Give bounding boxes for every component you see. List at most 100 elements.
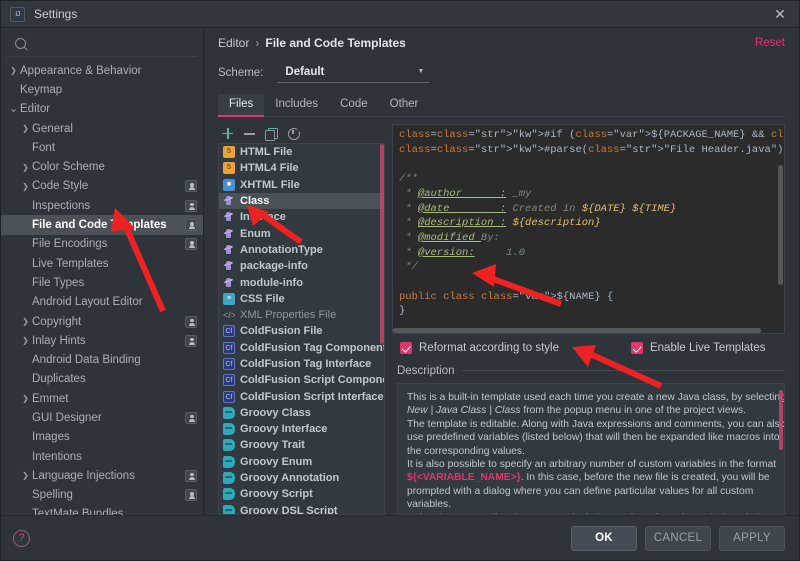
- xml-file-icon: </>: [223, 310, 235, 321]
- live-templates-checkbox[interactable]: Enable Live Templates: [630, 342, 766, 354]
- template-list-item[interactable]: ≡ CSS File: [219, 291, 384, 307]
- description-body: This is a built-in template used each ti…: [397, 383, 785, 515]
- template-list-item[interactable]: Groovy Trait: [219, 437, 384, 453]
- tab-other[interactable]: Other: [379, 94, 430, 117]
- chevron-right-icon[interactable]: ❯: [19, 182, 32, 191]
- plus-icon[interactable]: [221, 127, 234, 140]
- template-list-scrollbar[interactable]: [380, 144, 384, 514]
- ok-button[interactable]: OK: [571, 525, 637, 551]
- breadcrumb-separator: ›: [255, 36, 260, 50]
- chevron-right-icon[interactable]: ❯: [19, 163, 32, 172]
- template-list-item[interactable]: Cf ColdFusion Tag Component: [219, 340, 384, 356]
- scrollbar-thumb[interactable]: [380, 144, 384, 344]
- template-list-item[interactable]: Cf ColdFusion Script Component: [219, 372, 384, 388]
- checkmark-icon: [400, 342, 412, 354]
- chevron-right-icon[interactable]: ❯: [7, 66, 20, 75]
- sidebar-item-intentions[interactable]: Intentions: [1, 447, 203, 466]
- template-list-item[interactable]: AnnotationType: [219, 242, 384, 258]
- sidebar-item-language-injections[interactable]: ❯ Language Injections: [1, 466, 203, 485]
- template-list-item[interactable]: 5 HTML4 File: [219, 160, 384, 176]
- description-scrollbar[interactable]: [779, 390, 783, 450]
- sidebar-item-copyright[interactable]: ❯ Copyright: [1, 312, 203, 331]
- chevron-right-icon[interactable]: ❯: [19, 471, 32, 480]
- template-list-item[interactable]: Interface: [219, 209, 384, 225]
- sidebar-item-file-encodings[interactable]: File Encodings: [1, 235, 203, 254]
- code-vertical-scrollbar[interactable]: [778, 165, 783, 285]
- chevron-right-icon[interactable]: ❯: [19, 394, 32, 403]
- template-list-item[interactable]: Class: [219, 192, 384, 210]
- coldfusion-file-icon: Cf: [223, 341, 235, 354]
- sidebar-item-images[interactable]: Images: [1, 428, 203, 447]
- code-horizontal-scrollbar[interactable]: [393, 328, 761, 333]
- template-code-editor[interactable]: class=class="str">"kw">#if (class="var">…: [392, 124, 785, 334]
- template-list-item[interactable]: Enum: [219, 225, 384, 241]
- description-line: It is also possible to specify an arbitr…: [407, 459, 777, 471]
- sidebar-item-textmate-bundles[interactable]: TextMate Bundles: [1, 505, 203, 515]
- live-templates-checkbox-label: Enable Live Templates: [649, 342, 766, 354]
- sidebar-item-file-types[interactable]: File Types: [1, 273, 203, 292]
- tab-code[interactable]: Code: [329, 94, 379, 117]
- chevron-right-icon[interactable]: ❯: [19, 124, 32, 133]
- template-list-item[interactable]: 5 HTML File: [219, 144, 384, 160]
- sidebar-item-font[interactable]: Font: [1, 138, 203, 157]
- breadcrumb-root[interactable]: Editor: [218, 36, 249, 50]
- chevron-right-icon[interactable]: ❯: [19, 336, 32, 345]
- sidebar-item-label: Emmet: [32, 392, 69, 405]
- sidebar-item-color-scheme[interactable]: ❯ Color Scheme: [1, 157, 203, 176]
- sidebar-item-gui-designer[interactable]: GUI Designer: [1, 408, 203, 427]
- template-list-item[interactable]: Groovy Interface: [219, 421, 384, 437]
- coldfusion-file-icon: Cf: [223, 325, 235, 338]
- sidebar-item-emmet[interactable]: ❯ Emmet: [1, 389, 203, 408]
- template-name: ColdFusion Script Interface: [240, 390, 384, 403]
- sidebar-item-keymap[interactable]: Keymap: [1, 80, 203, 99]
- search-input[interactable]: [31, 37, 189, 50]
- sidebar-item-spelling[interactable]: Spelling: [1, 486, 203, 505]
- copy-icon[interactable]: [265, 127, 278, 141]
- template-list-item[interactable]: </> XML Properties File: [219, 307, 384, 323]
- chevron-down-icon[interactable]: ⌄: [7, 104, 20, 115]
- sidebar-item-inspections[interactable]: Inspections: [1, 196, 203, 215]
- template-list-item[interactable]: Cf ColdFusion File: [219, 323, 384, 339]
- template-name: ColdFusion Tag Component: [240, 341, 385, 354]
- template-list-item[interactable]: Groovy Annotation: [219, 470, 384, 486]
- sidebar-item-android-data-binding[interactable]: Android Data Binding: [1, 350, 203, 369]
- tab-files[interactable]: Files: [218, 94, 265, 117]
- sidebar-item-android-layout-editor[interactable]: Android Layout Editor: [1, 293, 203, 312]
- reset-link[interactable]: Reset: [755, 37, 785, 49]
- sidebar-item-live-templates[interactable]: Live Templates: [1, 254, 203, 273]
- help-icon[interactable]: ?: [13, 529, 30, 547]
- cancel-button[interactable]: CANCEL: [645, 525, 711, 551]
- template-name: XML Properties File: [240, 309, 337, 322]
- sidebar-search[interactable]: [7, 31, 197, 57]
- close-icon[interactable]: ✕: [767, 3, 793, 25]
- template-list-item[interactable]: Groovy Class: [219, 405, 384, 421]
- template-list-item[interactable]: Groovy Script: [219, 486, 384, 502]
- sidebar-item-editor[interactable]: ⌄ Editor: [1, 100, 203, 119]
- tab-includes[interactable]: Includes: [264, 94, 329, 117]
- description-section: Description This is a built-in template …: [392, 362, 785, 515]
- sidebar-item-general[interactable]: ❯ General: [1, 119, 203, 138]
- sidebar-item-inlay-hints[interactable]: ❯ Inlay Hints: [1, 331, 203, 350]
- sidebar-item-appearance-behavior[interactable]: ❯ Appearance & Behavior: [1, 61, 203, 80]
- chevron-right-icon[interactable]: ❯: [19, 317, 32, 326]
- minus-icon[interactable]: [243, 127, 256, 140]
- project-scope-icon: [185, 180, 197, 193]
- apply-button[interactable]: APPLY: [719, 525, 785, 551]
- sidebar-item-code-style[interactable]: ❯ Code Style: [1, 177, 203, 196]
- template-list-item[interactable]: ■ XHTML File: [219, 177, 384, 193]
- intellij-icon: [10, 6, 25, 22]
- template-list-item[interactable]: module-info: [219, 274, 384, 290]
- scheme-dropdown[interactable]: Default ▼: [277, 63, 430, 83]
- template-list-item[interactable]: package-info: [219, 258, 384, 274]
- template-list-item[interactable]: Cf ColdFusion Tag Interface: [219, 356, 384, 372]
- template-list-item[interactable]: Groovy DSL Script: [219, 503, 384, 514]
- template-list-item[interactable]: Groovy Enum: [219, 454, 384, 470]
- reformat-checkbox[interactable]: Reformat according to style: [400, 342, 559, 354]
- description-line: The template is editable. Along with Jav…: [407, 418, 785, 430]
- template-list-item[interactable]: Cf ColdFusion Script Interface: [219, 388, 384, 404]
- revert-icon[interactable]: [287, 127, 300, 140]
- template-list[interactable]: 5 HTML File 5 HTML4 File ■ XHTML File Class Int…: [218, 143, 385, 515]
- sidebar-item-file-and-code-templates[interactable]: File and Code Templates: [1, 215, 203, 235]
- sidebar-item-duplicates[interactable]: Duplicates: [1, 370, 203, 389]
- code-line: }: [399, 305, 406, 318]
